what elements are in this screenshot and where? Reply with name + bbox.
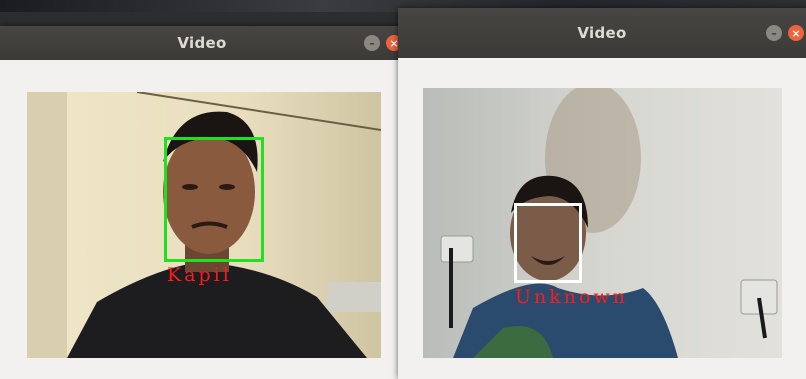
window-title: Video <box>177 34 227 52</box>
face-detection-box <box>514 203 582 283</box>
face-label: Kapil <box>167 264 232 286</box>
window-title: Video <box>577 24 627 42</box>
camera-image <box>423 88 782 358</box>
window-controls: – × <box>364 35 402 51</box>
close-icon[interactable]: × <box>788 25 804 41</box>
face-detection-box <box>164 137 264 262</box>
minimize-icon[interactable]: – <box>766 25 782 41</box>
window-titlebar[interactable]: Video – × <box>0 26 404 60</box>
video-frame: Unknown <box>423 88 782 358</box>
video-window-right[interactable]: Video – × Unknown <box>398 8 806 379</box>
video-frame: Kapil <box>27 92 381 358</box>
window-titlebar[interactable]: Video – × <box>398 8 806 58</box>
window-controls: – × <box>766 25 804 41</box>
minimize-icon[interactable]: – <box>364 35 380 51</box>
video-window-left[interactable]: Video – × Kapil <box>0 26 404 379</box>
face-label: Unknown <box>515 286 628 308</box>
